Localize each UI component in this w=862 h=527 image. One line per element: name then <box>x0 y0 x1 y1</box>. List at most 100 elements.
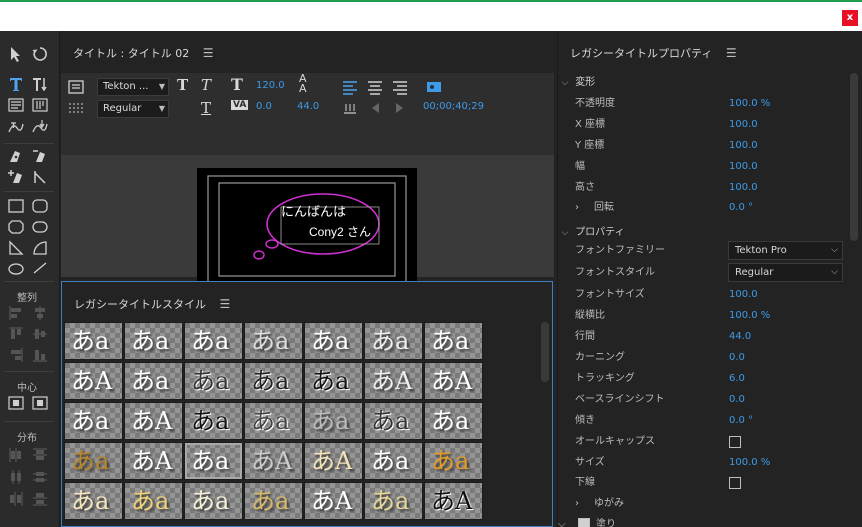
distribute-center-icon[interactable] <box>5 467 27 487</box>
prop-value[interactable]: 100.0 <box>729 157 758 177</box>
roll-crawl-options-icon[interactable] <box>65 77 87 97</box>
prop-value[interactable]: 6.0 <box>729 369 745 389</box>
style-swatch[interactable]: あa <box>124 322 183 360</box>
prop-value[interactable]: 100.0 <box>729 115 758 135</box>
prop-value[interactable]: 100.0 % <box>729 306 770 326</box>
style-swatch[interactable]: あa <box>244 362 303 400</box>
style-swatch[interactable]: あA <box>304 442 363 480</box>
font-family-select[interactable]: Tekton Pro ⌵ <box>728 241 843 260</box>
style-swatch[interactable]: あa <box>64 322 123 360</box>
play-forward-icon[interactable] <box>389 98 411 118</box>
style-swatch[interactable]: あA <box>64 362 123 400</box>
tracking-value[interactable]: 0.0 <box>256 101 272 112</box>
distribute-bottom-icon[interactable] <box>29 489 51 509</box>
distribute-left-icon[interactable] <box>5 445 27 465</box>
underline-icon[interactable]: T <box>201 99 211 117</box>
styles-scrollbar[interactable] <box>541 322 549 382</box>
style-swatch[interactable]: あa <box>424 322 483 360</box>
size-value[interactable]: 100.0 % <box>729 453 770 473</box>
style-swatch[interactable]: あA <box>124 402 183 440</box>
panel-menu-icon[interactable]: ☰ <box>203 39 214 67</box>
style-swatch[interactable]: あa <box>304 362 363 400</box>
style-swatch[interactable]: あa <box>184 402 243 440</box>
area-type-tool-icon[interactable] <box>5 95 27 115</box>
rotation-value[interactable]: 0.0 ° <box>729 198 753 218</box>
style-swatch[interactable]: あa <box>364 442 423 480</box>
style-swatch[interactable]: あA <box>244 442 303 480</box>
transform-section[interactable]: ⌵ 変形 <box>558 73 596 88</box>
style-swatch[interactable]: あA <box>304 482 363 520</box>
bold-icon[interactable]: T <box>177 76 188 94</box>
underline-checkbox[interactable] <box>729 477 741 489</box>
style-swatch[interactable]: あa <box>364 482 423 520</box>
show-background-video-icon[interactable] <box>423 77 445 97</box>
panel-menu-icon[interactable]: ☰ <box>726 39 737 67</box>
prop-value[interactable]: 100.0 <box>729 178 758 198</box>
leading-value[interactable]: 44.0 <box>297 101 319 112</box>
align-center-vertical-icon[interactable] <box>29 324 51 344</box>
rounded-rectangle-tool-icon[interactable] <box>29 196 51 216</box>
style-swatch[interactable]: あa <box>244 402 303 440</box>
video-frame[interactable]: にんばんは Cony2 さん <box>197 168 417 291</box>
timecode-value[interactable]: 00;00;40;29 <box>423 101 484 112</box>
distribute-top-icon[interactable] <box>29 445 51 465</box>
prop-value[interactable]: 100.0 % <box>729 94 770 114</box>
center-horizontal-icon[interactable] <box>5 393 27 413</box>
chevron-right-icon[interactable]: › <box>575 494 579 514</box>
style-swatch[interactable]: あa <box>364 322 423 360</box>
properties-scrollbar[interactable] <box>850 73 858 241</box>
center-vertical-icon[interactable] <box>29 393 51 413</box>
align-left-icon[interactable] <box>5 303 27 323</box>
panel-menu-icon[interactable]: ☰ <box>220 290 231 318</box>
prop-value[interactable]: 0.0 <box>729 390 745 410</box>
baseline-icon[interactable] <box>339 98 361 118</box>
font-style-dropdown[interactable]: Regular ▼ <box>97 100 169 118</box>
style-swatch[interactable]: あa <box>424 402 483 440</box>
style-swatch[interactable]: あa <box>64 482 123 520</box>
font-style-select[interactable]: Regular ⌵ <box>728 263 843 282</box>
style-swatch[interactable]: あa <box>364 402 423 440</box>
style-swatch[interactable]: あa <box>64 402 123 440</box>
selection-tool-icon[interactable] <box>5 44 27 64</box>
style-swatch[interactable]: あa <box>124 482 183 520</box>
ellipse-tool-icon[interactable] <box>5 257 27 277</box>
type-tool-icon[interactable] <box>5 74 27 94</box>
style-swatch[interactable]: あa <box>424 442 483 480</box>
all-caps-checkbox[interactable] <box>729 436 741 448</box>
align-center-text-icon[interactable] <box>364 77 386 97</box>
clipped-corner-rectangle-tool-icon[interactable] <box>5 217 27 237</box>
align-right-icon[interactable] <box>5 345 27 365</box>
fill-checkbox[interactable] <box>578 518 590 527</box>
line-tool-icon[interactable] <box>29 257 51 277</box>
prop-value[interactable]: 100.0 <box>729 136 758 156</box>
delete-anchor-point-tool-icon[interactable] <box>29 146 51 166</box>
style-swatch[interactable]: あa <box>184 362 243 400</box>
style-swatch[interactable]: あa <box>184 442 243 480</box>
italic-icon[interactable]: T <box>201 76 211 94</box>
style-swatch[interactable]: あa <box>64 442 123 480</box>
style-swatch[interactable]: あa <box>304 322 363 360</box>
vertical-path-type-tool-icon[interactable] <box>29 117 51 137</box>
arc-tool-icon[interactable] <box>29 238 51 258</box>
align-right-text-icon[interactable] <box>389 77 411 97</box>
style-swatch[interactable]: あa <box>304 402 363 440</box>
align-bottom-icon[interactable] <box>29 345 51 365</box>
style-swatch[interactable]: あA <box>364 362 423 400</box>
properties-section[interactable]: ⌵ プロパティ <box>558 223 625 238</box>
align-top-icon[interactable] <box>5 324 27 344</box>
style-swatch[interactable]: あA <box>424 362 483 400</box>
prop-value[interactable]: 44.0 <box>729 327 751 347</box>
prop-value[interactable]: 100.0 <box>729 285 758 305</box>
close-button[interactable]: x <box>842 10 858 26</box>
vertical-area-type-tool-icon[interactable] <box>29 95 51 115</box>
font-size-value[interactable]: 120.0 <box>256 80 285 91</box>
convert-anchor-point-tool-icon[interactable] <box>29 167 51 187</box>
align-center-horizontal-icon[interactable] <box>29 303 51 323</box>
chevron-right-icon[interactable]: › <box>575 198 579 218</box>
align-left-text-icon[interactable] <box>339 77 361 97</box>
add-anchor-point-tool-icon[interactable] <box>5 167 27 187</box>
style-swatch[interactable]: あA <box>124 442 183 480</box>
rounded-corner-rectangle-tool-icon[interactable] <box>29 217 51 237</box>
prop-value[interactable]: 0.0 <box>729 348 745 368</box>
prop-value[interactable]: 0.0 ° <box>729 411 753 431</box>
